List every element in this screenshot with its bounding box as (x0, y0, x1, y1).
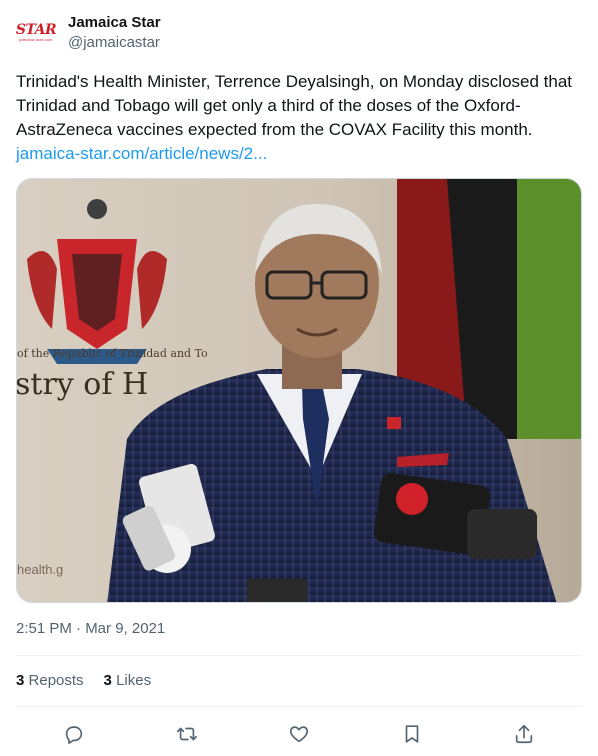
reposts-count: 3 (16, 672, 25, 689)
share-icon (515, 724, 533, 744)
tweet-body: Trinidad's Health Minister, Terrence Dey… (16, 72, 573, 139)
reposts-stat[interactable]: 3 Reposts (16, 672, 84, 689)
logo-subtext: jamaica-star.com (19, 36, 53, 42)
backdrop-text-2: stry of H (17, 367, 148, 402)
divider (16, 706, 582, 707)
avatar[interactable]: STAR jamaica-star.com (15, 12, 57, 52)
repost-icon (176, 727, 197, 741)
account-names: Jamaica Star @jamaicastar (68, 13, 161, 53)
handle[interactable]: @jamaicastar (68, 33, 161, 53)
share-button[interactable] (510, 720, 538, 748)
display-name[interactable]: Jamaica Star (68, 13, 161, 33)
reposts-label: Reposts (28, 672, 84, 689)
backdrop-text-3: health.g (17, 562, 63, 577)
tweet-text: Trinidad's Health Minister, Terrence Dey… (16, 70, 582, 166)
bookmark-icon (405, 725, 418, 743)
divider (16, 655, 582, 656)
tweet-image[interactable]: of the Republic of Trinidad and To stry … (16, 178, 582, 603)
bookmark-button[interactable] (398, 720, 426, 748)
action-bar (60, 720, 538, 748)
backdrop-text-1: of the Republic of Trinidad and To (17, 347, 208, 360)
timestamp[interactable]: 2:51 PM · Mar 9, 2021 (16, 620, 165, 637)
likes-stat[interactable]: 3 Likes (104, 672, 152, 689)
like-button[interactable] (285, 720, 313, 748)
logo-text: STAR (15, 21, 57, 38)
tweet-header: STAR jamaica-star.com Jamaica Star @jama… (16, 12, 161, 53)
likes-label: Likes (116, 672, 152, 689)
likes-count: 3 (103, 672, 112, 689)
reply-icon (65, 726, 83, 744)
reply-button[interactable] (60, 720, 88, 748)
repost-button[interactable] (173, 720, 201, 748)
article-link[interactable]: jamaica-star.com/article/news/2... (16, 142, 267, 166)
like-icon (289, 726, 309, 743)
engagement-stats: 3 Reposts 3 Likes (16, 672, 171, 689)
